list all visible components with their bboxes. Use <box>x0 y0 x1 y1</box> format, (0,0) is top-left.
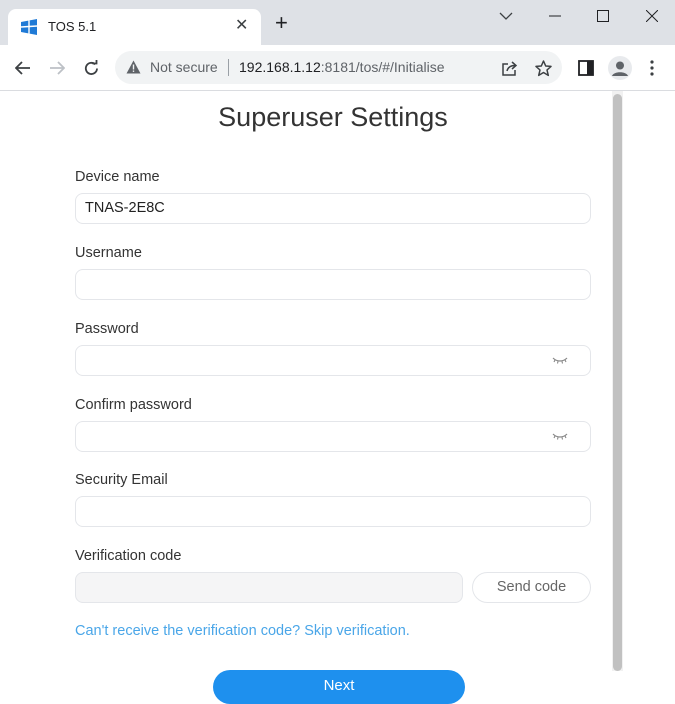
password-input[interactable] <box>75 345 591 376</box>
hidden-eye-icon[interactable] <box>551 356 569 366</box>
share-icon[interactable] <box>499 58 519 78</box>
tab-search-chevron-icon[interactable] <box>494 6 518 26</box>
device-name-label: Device name <box>75 169 160 185</box>
scrollbar-thumb[interactable] <box>613 94 622 671</box>
tab-title: TOS 5.1 <box>48 19 97 34</box>
side-panel-icon[interactable] <box>575 57 597 79</box>
maximize-icon[interactable] <box>591 6 615 26</box>
reload-icon[interactable] <box>80 57 102 79</box>
skip-verification-link[interactable]: Can't receive the verification code? Ski… <box>75 623 410 639</box>
send-code-button[interactable]: Send code <box>472 572 591 603</box>
verification-code-input[interactable] <box>75 572 463 603</box>
security-status-label[interactable]: Not secure <box>150 59 218 75</box>
address-separator <box>228 59 229 76</box>
profile-avatar-icon[interactable] <box>608 56 632 80</box>
username-input[interactable] <box>75 269 591 300</box>
device-name-input[interactable]: TNAS-2E8C <box>75 193 591 224</box>
hidden-eye-icon[interactable] <box>551 432 569 442</box>
security-email-input[interactable] <box>75 496 591 527</box>
next-button[interactable]: Next <box>213 670 465 704</box>
page-content: Superuser Settings Device name TNAS-2E8C… <box>0 91 675 704</box>
tab-close-icon[interactable]: ✕ <box>235 17 248 35</box>
username-label: Username <box>75 245 142 261</box>
browser-tab[interactable]: TOS 5.1 ✕ <box>8 9 261 45</box>
password-label: Password <box>75 321 139 337</box>
forward-arrow-icon[interactable] <box>46 57 68 79</box>
close-window-icon[interactable] <box>640 6 664 26</box>
browser-toolbar: Not secure 192.168.1.12:8181/tos/#/Initi… <box>0 45 675 91</box>
window-icon <box>20 19 38 35</box>
browser-titlebar: TOS 5.1 ✕ + <box>0 0 675 45</box>
back-arrow-icon[interactable] <box>12 57 34 79</box>
page-title: Superuser Settings <box>218 102 448 132</box>
verification-code-label: Verification code <box>75 548 182 564</box>
address-bar[interactable]: Not secure 192.168.1.12:8181/tos/#/Initi… <box>115 51 562 84</box>
url-host: 192.168.1.12 <box>239 59 321 75</box>
minimize-icon[interactable] <box>543 6 567 26</box>
warning-triangle-icon[interactable] <box>126 60 141 74</box>
security-email-label: Security Email <box>75 472 168 488</box>
new-tab-button[interactable]: + <box>275 12 288 34</box>
url-path: :8181/tos/#/Initialise <box>320 59 445 75</box>
confirm-password-input[interactable] <box>75 421 591 452</box>
confirm-password-label: Confirm password <box>75 397 192 413</box>
url-text[interactable]: 192.168.1.12:8181/tos/#/Initialise <box>239 59 445 75</box>
more-menu-icon[interactable] <box>641 57 663 79</box>
bookmark-star-icon[interactable] <box>533 58 553 78</box>
